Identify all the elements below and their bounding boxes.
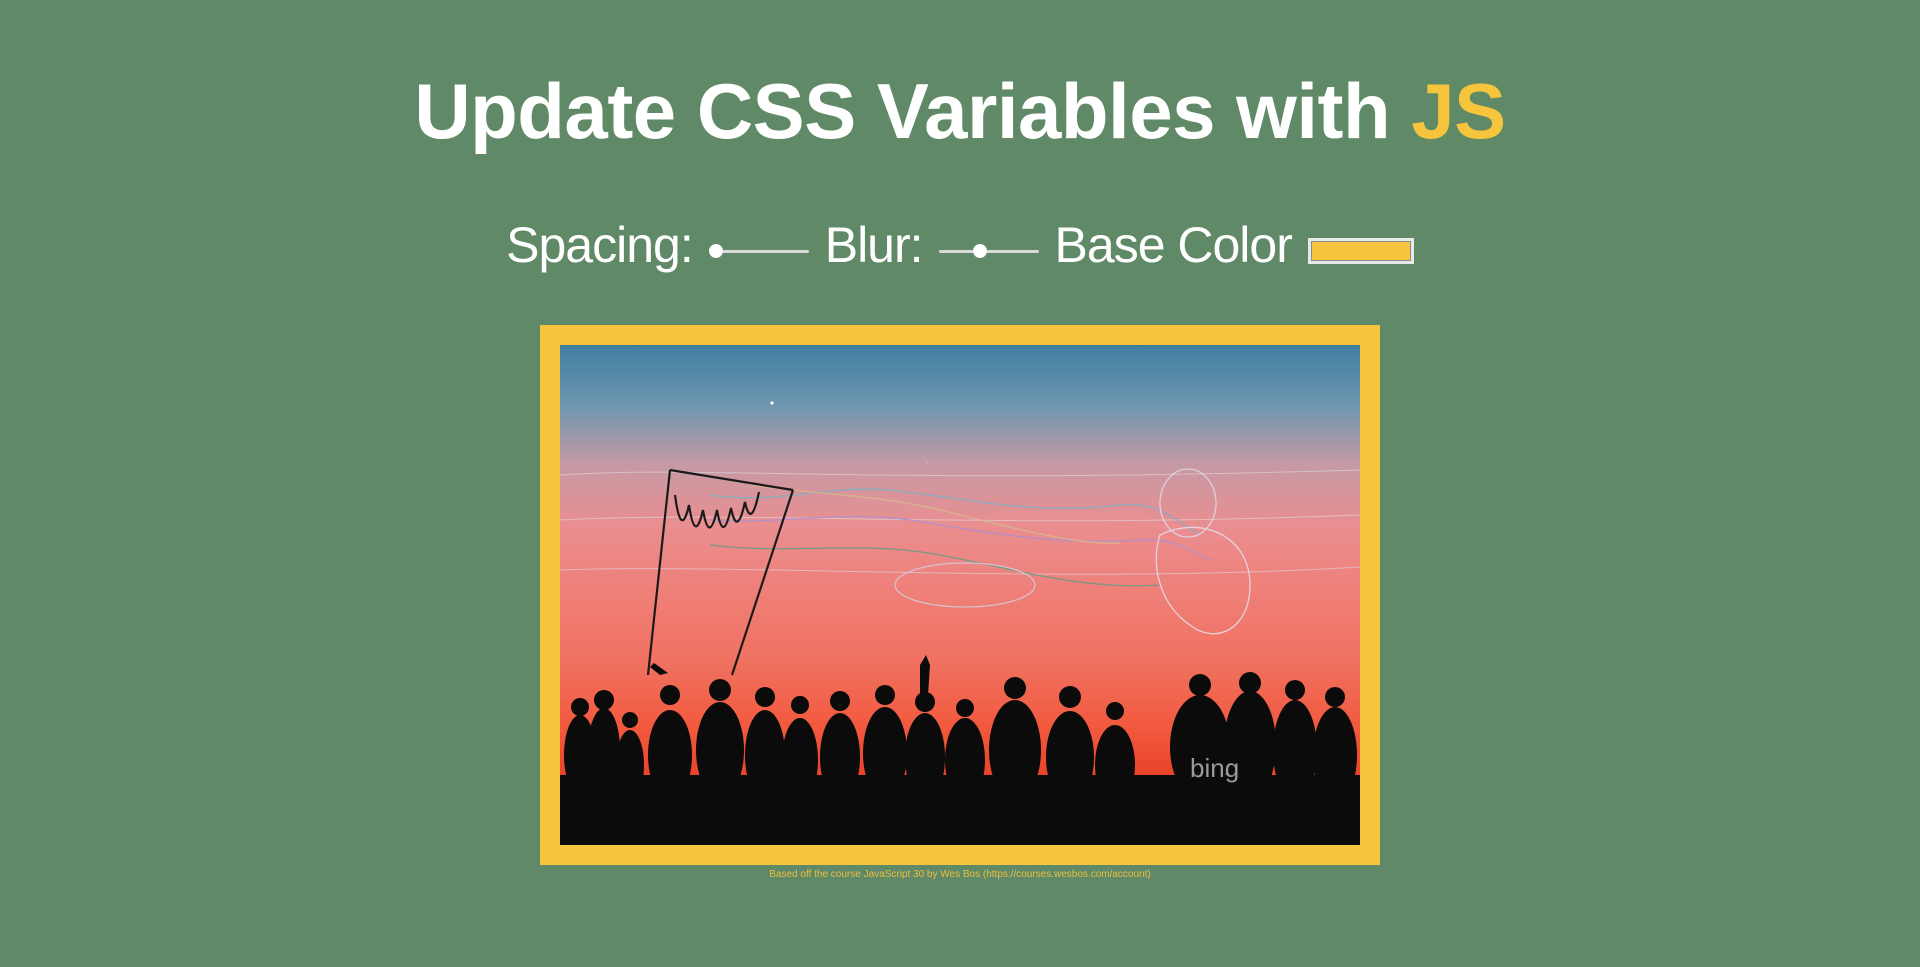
page-title: Update CSS Variables with JS: [0, 66, 1920, 156]
page-title-text: Update CSS Variables with: [414, 67, 1412, 155]
spacing-slider-track: [708, 250, 809, 253]
blur-slider-track: [938, 250, 1039, 253]
base-color-picker[interactable]: [1307, 238, 1414, 264]
photo-frame: bing: [540, 325, 1380, 865]
spacing-slider-thumb[interactable]: [708, 244, 723, 258]
spacing-slider[interactable]: [708, 241, 809, 261]
controls-bar: Spacing: Blur: Base Color: [0, 214, 1920, 276]
page-title-highlight: JS: [1411, 67, 1506, 155]
bing-logo: bing: [1190, 753, 1239, 783]
blur-label: Blur:: [824, 217, 924, 273]
base-color-label: Base Color: [1054, 217, 1293, 273]
blur-slider[interactable]: [938, 241, 1039, 261]
credit-text: Based off the course JavaScript 30 by We…: [769, 869, 1151, 880]
bing-watermark: bing: [1190, 753, 1239, 783]
spacing-label: Spacing:: [506, 217, 694, 273]
blur-slider-thumb[interactable]: [972, 244, 987, 258]
star: [770, 401, 774, 405]
bubbles-photo: bing: [560, 345, 1360, 845]
